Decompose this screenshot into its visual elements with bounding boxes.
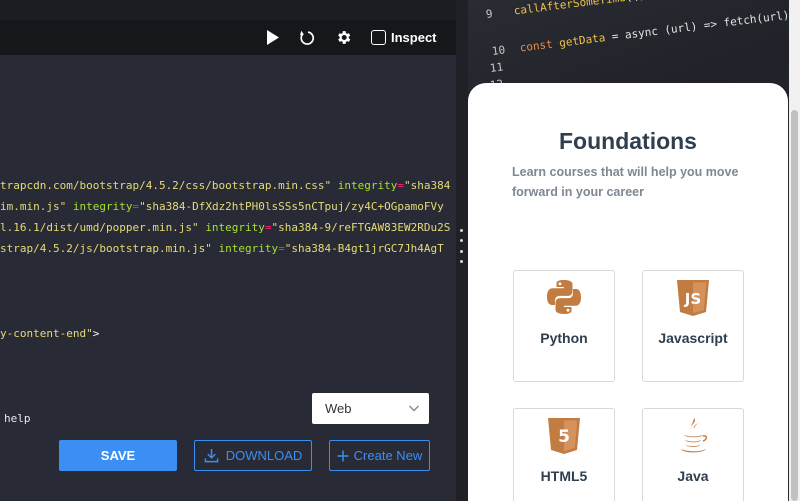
course-label: Python bbox=[540, 330, 588, 346]
download-button-label: DOWNLOAD bbox=[225, 448, 303, 463]
code-token: = bbox=[397, 179, 404, 192]
course-label: HTML5 bbox=[540, 468, 588, 484]
line-number: 10 bbox=[491, 43, 506, 58]
editor-top-strip bbox=[0, 0, 456, 20]
download-button[interactable]: DOWNLOAD bbox=[194, 440, 312, 471]
code-token: trapcdn.com/bootstrap/4.5.2/css/bootstra… bbox=[0, 179, 332, 192]
line-number: 11 bbox=[489, 60, 504, 75]
line-number: 9 bbox=[485, 7, 494, 21]
app-root: Inspect trapcdn.com/bootstrap/4.5.2/css/… bbox=[0, 0, 800, 501]
preview-pane: 9 callAfterSomeTime(() => console. 10 const… bbox=[468, 0, 800, 501]
drag-handle-icon[interactable] bbox=[460, 229, 464, 263]
hero-code-line: 10 const getData = async (url) => fetch(u… bbox=[491, 8, 796, 58]
course-tile-python[interactable]: Python bbox=[513, 270, 615, 382]
platform-select[interactable]: Web bbox=[312, 393, 429, 424]
reset-icon bbox=[300, 30, 315, 45]
code-token: integrity bbox=[337, 179, 398, 192]
hero-code-token: = async (url) => fetch(url); bbox=[604, 7, 797, 45]
code-token: > bbox=[92, 327, 100, 340]
hero-code-token: getData bbox=[558, 31, 607, 50]
hero-code-line: 9 callAfterSomeTime(() => console. bbox=[485, 0, 725, 21]
course-tile-javascript[interactable]: JS Javascript bbox=[642, 270, 744, 382]
checkbox-icon bbox=[371, 30, 386, 45]
code-line: strap/4.5.2/js/bootstrap.min.js" integri… bbox=[0, 241, 444, 256]
code-token: y-content-end" bbox=[0, 327, 93, 340]
download-icon bbox=[204, 448, 219, 463]
code-token: integrity bbox=[205, 221, 265, 234]
save-button-label: SAVE bbox=[100, 448, 136, 463]
plus-icon bbox=[337, 450, 349, 461]
section-subtitle: Learn courses that will help you move fo… bbox=[512, 165, 739, 199]
course-tile-java[interactable]: Java bbox=[642, 408, 744, 501]
code-token: "sha384-9/reFTGAW83EW2RDu2S bbox=[271, 221, 451, 234]
play-icon bbox=[266, 30, 279, 45]
python-icon bbox=[514, 279, 614, 315]
hero-code-token: const bbox=[518, 36, 561, 55]
grip-dot bbox=[460, 259, 463, 263]
create-new-button[interactable]: Create New bbox=[329, 440, 430, 471]
inspect-toggle[interactable]: Inspect bbox=[371, 20, 451, 55]
settings-button[interactable] bbox=[332, 20, 354, 55]
code-line: trapcdn.com/bootstrap/4.5.2/css/bootstra… bbox=[0, 178, 450, 193]
code-token: "sha384-B4gt1jrGC7Jh4AgT bbox=[284, 242, 444, 255]
reset-button[interactable] bbox=[296, 20, 318, 55]
code-token: integrity bbox=[72, 200, 133, 213]
code-line: im.min.js" integrity="sha384-DfXdz2htPH0… bbox=[0, 199, 444, 214]
code-editor[interactable]: trapcdn.com/bootstrap/4.5.2/css/bootstra… bbox=[0, 55, 456, 435]
inspect-label: Inspect bbox=[391, 30, 437, 45]
html5-icon: 5 bbox=[514, 417, 614, 455]
svg-text:5: 5 bbox=[558, 427, 570, 447]
code-token: l.16.1/dist/umd/popper.min.js" bbox=[0, 221, 199, 234]
course-label: Javascript bbox=[658, 330, 728, 346]
hero-code-line: 11 bbox=[489, 59, 518, 75]
code-token: strap/4.5.2/js/bootstrap.min.js" bbox=[0, 242, 212, 255]
create-new-button-label: Create New bbox=[353, 448, 423, 463]
javascript-icon: JS bbox=[643, 279, 743, 317]
scrollbar-thumb[interactable] bbox=[791, 110, 798, 501]
editor-pane: Inspect trapcdn.com/bootstrap/4.5.2/css/… bbox=[0, 0, 456, 501]
svg-text:JS: JS bbox=[684, 290, 701, 308]
platform-select-value: Web bbox=[325, 401, 352, 416]
run-button[interactable] bbox=[262, 20, 282, 55]
hero-code-token: (() => console. bbox=[625, 0, 725, 4]
code-line: l.16.1/dist/umd/popper.min.js" integrity… bbox=[0, 220, 450, 235]
code-token: "sha384 bbox=[404, 179, 451, 192]
preview-scrollbar[interactable] bbox=[789, 0, 800, 501]
help-text: help bbox=[4, 412, 31, 425]
save-button[interactable]: SAVE bbox=[59, 440, 177, 471]
grip-dot bbox=[460, 229, 463, 232]
chevron-down-icon bbox=[409, 405, 419, 412]
java-icon bbox=[643, 417, 743, 455]
course-tile-html5[interactable]: 5 HTML5 bbox=[513, 408, 615, 501]
editor-toolbar: Inspect bbox=[0, 20, 456, 55]
foundations-card: Foundations Learn courses that will help… bbox=[468, 83, 788, 501]
code-token: integrity bbox=[218, 242, 279, 255]
hero-code-token: callAfterSomeTime bbox=[512, 0, 627, 18]
grip-dot bbox=[460, 249, 463, 253]
code-token: "sha384-DfXdz2htPH0lsSSs5nCTpuj/zy4C+OGp… bbox=[139, 200, 444, 213]
code-token: = bbox=[264, 221, 272, 234]
course-label: Java bbox=[677, 468, 709, 484]
code-token: = bbox=[278, 242, 285, 255]
gear-icon bbox=[337, 31, 350, 44]
code-line: y-content-end"> bbox=[0, 326, 99, 341]
grip-dot bbox=[460, 239, 463, 243]
section-title: Foundations bbox=[559, 128, 697, 154]
code-token: im.min.js" bbox=[0, 200, 67, 213]
